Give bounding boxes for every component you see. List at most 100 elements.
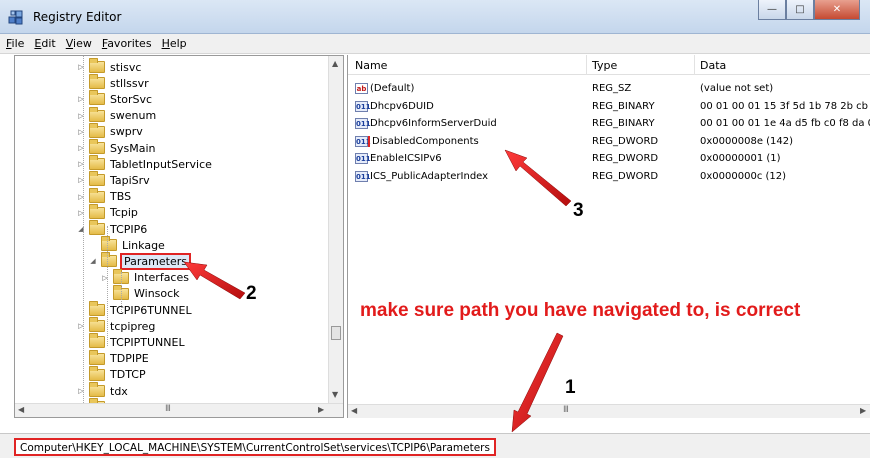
value-name: DisabledComponents — [368, 135, 481, 147]
value-name-cell: 011 EnableICSIPv6 — [355, 153, 442, 164]
tree-item[interactable]: ▷ Interfaces — [100, 268, 189, 286]
tree-item[interactable]: ▷ tcpipreg — [76, 317, 156, 334]
tree-item-label: TabletInputService — [110, 157, 212, 171]
value-name: EnableICSIPv6 — [370, 153, 442, 164]
value-type: REG_SZ — [592, 83, 632, 94]
tree-item[interactable]: ▷ TabletInputService — [76, 155, 212, 172]
value-type: REG_DWORD — [592, 153, 659, 164]
tree-item[interactable]: TDPIPE — [76, 349, 149, 367]
list-horizontal-scrollbar[interactable]: ◀ III ▶ — [348, 404, 870, 418]
expand-icon[interactable]: ▷ — [76, 193, 86, 201]
annotation-marker-1: 1 — [565, 377, 576, 398]
registry-path: Computer\HKEY_LOCAL_MACHINE\SYSTEM\Curre… — [14, 438, 496, 456]
expand-icon[interactable]: ▷ — [76, 387, 86, 395]
tree-item[interactable]: Linkage — [88, 236, 165, 253]
scroll-down-icon[interactable]: ▼ — [332, 390, 338, 399]
value-row[interactable]: 011 EnableICSIPv6 REG_DWORD 0x00000001 (1) — [348, 151, 870, 169]
expand-icon[interactable]: ▷ — [76, 128, 86, 136]
annotation-marker-2: 2 — [246, 283, 257, 304]
expand-icon[interactable]: ▷ — [100, 274, 110, 282]
collapse-icon[interactable]: ◢ — [88, 257, 98, 265]
registry-tree[interactable]: ▷ stisvc stllssvr ▷ StorSvc ▷ swenum ▷ swprv ▷ Sys… — [14, 55, 344, 418]
tree-item-label: TCPIP6TUNNEL — [110, 303, 192, 317]
collapse-icon[interactable]: ◢ — [76, 225, 86, 233]
tree-item[interactable]: TCPIPTUNNEL — [76, 333, 185, 350]
tree-item-label: Parameters — [120, 252, 191, 270]
scroll-grip[interactable]: III — [165, 404, 171, 414]
folder-icon — [89, 382, 105, 397]
column-type[interactable]: Type — [592, 59, 617, 72]
tree-item[interactable]: stllssvr — [76, 74, 149, 91]
values-list[interactable]: Name Type Data ab (Default) REG_SZ (value n… — [347, 55, 870, 418]
expand-icon[interactable]: ▷ — [76, 144, 86, 152]
column-name[interactable]: Name — [355, 59, 387, 72]
expand-icon[interactable]: ▷ — [76, 112, 86, 120]
minimize-button[interactable]: — — [758, 0, 786, 20]
folder-icon — [89, 349, 105, 365]
tree-item[interactable]: TCPIP6TUNNEL — [76, 301, 192, 318]
menu-favorites[interactable]: Favorites — [102, 37, 152, 50]
folder-icon — [89, 155, 105, 171]
tree-item[interactable]: TDTCP — [76, 365, 146, 383]
folder-icon — [89, 122, 105, 138]
menu-help[interactable]: Help — [162, 37, 187, 50]
tree-item-label: SysMain — [110, 141, 156, 155]
value-row[interactable]: ab (Default) REG_SZ (value not set) — [348, 81, 870, 99]
list-header: Name Type Data — [348, 55, 870, 75]
scroll-up-icon[interactable]: ▲ — [332, 59, 338, 68]
expand-icon[interactable]: ▷ — [76, 209, 86, 217]
tree-item[interactable]: ◢ TCPIP6 — [76, 220, 148, 237]
tree-item[interactable]: ▷ swprv — [76, 122, 143, 140]
tree-item[interactable]: ▷ SysMain — [76, 139, 156, 156]
value-name: ICS_PublicAdapterIndex — [370, 170, 489, 182]
value-data: 00 01 00 01 1e 4a d5 fb c0 f8 da 09 58..… — [700, 118, 870, 129]
scroll-right-icon[interactable]: ▶ — [318, 405, 324, 414]
value-type: REG_DWORD — [592, 170, 659, 182]
maximize-button[interactable]: □ — [786, 0, 814, 20]
value-type: REG_BINARY — [592, 118, 655, 129]
scroll-thumb[interactable] — [331, 326, 341, 340]
tree-item[interactable]: ▷ stisvc — [76, 58, 141, 75]
tree-item-label: Tcpip — [110, 206, 138, 220]
tree-item[interactable]: ◢ Parameters — [88, 252, 191, 270]
tree-item-label: Interfaces — [134, 271, 189, 285]
scroll-left-icon[interactable]: ◀ — [18, 405, 24, 414]
tree-item-label: TapiSrv — [110, 173, 150, 187]
tree-item[interactable]: ▷ TBS — [76, 187, 131, 205]
value-row[interactable]: 011 Dhcpv6InformServerDuid REG_BINARY 00 01… — [348, 116, 870, 134]
value-row[interactable]: 011 ICS_PublicAdapterIndex REG_DWORD 0x0000… — [348, 169, 870, 187]
value-data: 0x0000000c (12) — [700, 170, 787, 182]
menu-file[interactable]: File — [6, 37, 24, 50]
scroll-right-icon[interactable]: ▶ — [860, 406, 866, 415]
folder-icon — [89, 187, 105, 203]
binary-value-icon: 011 — [355, 118, 371, 129]
menu-view[interactable]: View — [66, 37, 92, 50]
expand-icon[interactable]: ▷ — [76, 63, 86, 71]
tree-item[interactable]: Winsock — [100, 284, 180, 302]
expand-icon[interactable]: ▷ — [76, 176, 86, 184]
folder-icon — [101, 252, 117, 268]
tree-vertical-scrollbar[interactable]: ▲ ▼ — [328, 56, 343, 405]
scroll-grip[interactable]: III — [563, 405, 569, 415]
expand-icon[interactable]: ▷ — [76, 322, 86, 330]
expand-icon[interactable]: ▷ — [76, 160, 86, 168]
tree-item[interactable]: ▷ StorSvc — [76, 90, 152, 107]
column-data[interactable]: Data — [700, 59, 726, 72]
menu-edit[interactable]: Edit — [34, 37, 55, 50]
folder-icon — [89, 90, 105, 106]
tree-item-label: tcpipreg — [110, 319, 156, 333]
tree-horizontal-scrollbar[interactable]: ◀ III ▶ — [15, 403, 343, 417]
tree-item[interactable]: ▷ swenum — [76, 106, 156, 124]
tree-item-label: TCPIPTUNNEL — [110, 335, 185, 349]
tree-item[interactable]: ▷ Tcpip — [76, 203, 138, 221]
expand-icon[interactable]: ▷ — [76, 95, 86, 103]
folder-icon — [89, 333, 105, 349]
tree-item[interactable]: ▷ TapiSrv — [76, 171, 150, 188]
value-row[interactable]: 011 Dhcpv6DUID REG_BINARY 00 01 00 01 15 3f… — [348, 99, 870, 117]
tree-item-label: TCPIP6 — [110, 222, 148, 236]
value-row[interactable]: 011 DisabledComponents REG_DWORD 0x0000008e… — [348, 134, 870, 152]
value-name: (Default) — [370, 83, 415, 94]
close-button[interactable]: ✕ — [814, 0, 860, 20]
annotation-marker-3: 3 — [573, 200, 584, 221]
scroll-left-icon[interactable]: ◀ — [351, 406, 357, 415]
